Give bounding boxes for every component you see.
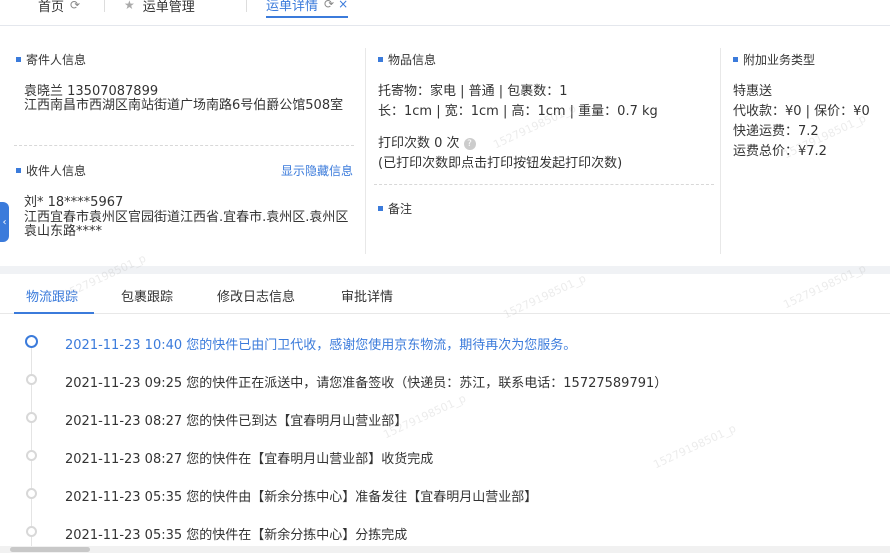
timeline-text: 2021-11-23 08:27 您的快件已到达【宜春明月山营业部】 (65, 414, 408, 429)
sender-address: 江西南昌市西湖区南站街道广场南路6号伯爵公馆508室 (24, 98, 344, 113)
express-fee: 快递运费：7.2 (733, 124, 819, 139)
waybill-detail-page: 首页 ⟳ ★ 运单管理 运单详情 ⟳ × 寄件人信息 袁晓兰 135070878… (0, 0, 890, 553)
tab-divider (104, 0, 105, 12)
timeline-text: 2021-11-23 08:27 您的快件在【宜春明月山营业部】收货完成 (65, 452, 434, 467)
timeline-item: 2021-11-23 08:27 您的快件在【宜春明月山营业部】收货完成 (0, 447, 890, 467)
tab-package-tracking[interactable]: 包裹跟踪 (121, 286, 173, 305)
timeline-dot-current (25, 335, 38, 348)
goods-line-2: 长：1cm | 宽：1cm | 高：1cm | 重量：0.7 kg (378, 104, 658, 119)
tab-waybill-detail-label: 运单详情 (266, 0, 319, 14)
tab-waybill-management[interactable]: ★ 运单管理 (124, 0, 195, 18)
timeline-dot (26, 488, 37, 499)
timeline-item: 2021-11-23 08:27 您的快件已到达【宜春明月山营业部】 (0, 409, 890, 429)
total-fee: 运费总价：¥7.2 (733, 144, 827, 159)
remark-section-title: 备注 (378, 200, 412, 217)
tab-divider (246, 0, 247, 12)
cod-insurance: 代收款：¥0 | 保价：¥0 (733, 104, 870, 119)
column-divider (365, 48, 366, 254)
scrollbar-thumb[interactable] (10, 547, 90, 552)
top-tab-bar: 首页 ⟳ ★ 运单管理 运单详情 ⟳ × (0, 0, 890, 26)
receiver-name-phone: 刘* 18****5967 (24, 195, 124, 210)
show-hidden-info-link[interactable]: 显示隐藏信息 (281, 162, 353, 179)
timeline-dot (26, 526, 37, 537)
collapse-sidebar-handle[interactable]: ‹ (0, 202, 9, 242)
tab-approval-detail[interactable]: 审批详情 (341, 286, 393, 305)
tab-waybill-management-label: 运单管理 (142, 0, 195, 15)
timeline-item: 2021-11-23 05:35 您的快件由【新余分拣中心】准备发往【宜春明月山… (0, 485, 890, 505)
star-icon[interactable]: ★ (124, 0, 135, 12)
horizontal-scrollbar[interactable] (0, 546, 890, 553)
goods-section-title: 物品信息 (378, 51, 436, 68)
goods-line-1: 托寄物：家电 | 普通 | 包裹数：1 (378, 84, 568, 99)
timeline-dot (26, 450, 37, 461)
print-count: 打印次数 0 次? (378, 132, 476, 151)
refresh-icon[interactable]: ⟳ (70, 0, 80, 12)
timeline-item: 2021-11-23 05:35 您的快件在【新余分拣中心】分拣完成 (0, 523, 890, 543)
timeline-text: 2021-11-23 05:35 您的快件由【新余分拣中心】准备发往【宜春明月山… (65, 490, 538, 505)
service-type: 特惠送 (733, 84, 773, 99)
waybill-info-panel: 寄件人信息 袁晓兰 13507087899 江西南昌市西湖区南站街道广场南路6号… (0, 38, 890, 266)
sender-section-title: 寄件人信息 (16, 51, 86, 68)
tab-logistics-tracking[interactable]: 物流跟踪 (26, 286, 78, 305)
timeline-item: 2021-11-23 10:40 您的快件已由门卫代收，感谢您使用京东物流，期待… (0, 333, 890, 353)
logistics-timeline: 2021-11-23 10:40 您的快件已由门卫代收，感谢您使用京东物流，期待… (0, 314, 890, 546)
close-icon[interactable]: × (338, 0, 348, 11)
tracking-tabs: 物流跟踪 包裹跟踪 修改日志信息 审批详情 (0, 274, 890, 314)
refresh-icon[interactable]: ⟳ (324, 0, 334, 11)
section-divider (374, 184, 714, 185)
timeline-text: 2021-11-23 09:25 您的快件正在派送中，请您准备签收（快递员：苏江… (65, 376, 668, 391)
receiver-address: 江西宜春市袁州区官园街道江西省.宜春市.袁州区.袁州区袁山东路**** (24, 210, 349, 239)
extra-service-section-title: 附加业务类型 (733, 51, 815, 68)
tab-change-log[interactable]: 修改日志信息 (217, 286, 295, 305)
timeline-dot (26, 374, 37, 385)
sender-name-phone: 袁晓兰 13507087899 (24, 84, 159, 99)
column-divider (720, 48, 721, 254)
receiver-section-title: 收件人信息 (16, 162, 86, 179)
help-icon[interactable]: ? (463, 137, 476, 150)
section-divider (14, 145, 354, 146)
print-count-note: (已打印次数即点击打印按钮发起打印次数) (378, 156, 623, 171)
timeline-text: 2021-11-23 10:40 您的快件已由门卫代收，感谢您使用京东物流，期待… (65, 338, 577, 353)
timeline-text: 2021-11-23 05:35 您的快件在【新余分拣中心】分拣完成 (65, 528, 408, 543)
tab-home-label: 首页 (38, 0, 65, 15)
timeline-dot (26, 412, 37, 423)
section-gap (0, 266, 890, 274)
timeline-item: 2021-11-23 09:25 您的快件正在派送中，请您准备签收（快递员：苏江… (0, 371, 890, 391)
tab-home[interactable]: 首页 ⟳ (38, 0, 80, 18)
tab-waybill-detail[interactable]: 运单详情 ⟳ × (266, 0, 349, 18)
